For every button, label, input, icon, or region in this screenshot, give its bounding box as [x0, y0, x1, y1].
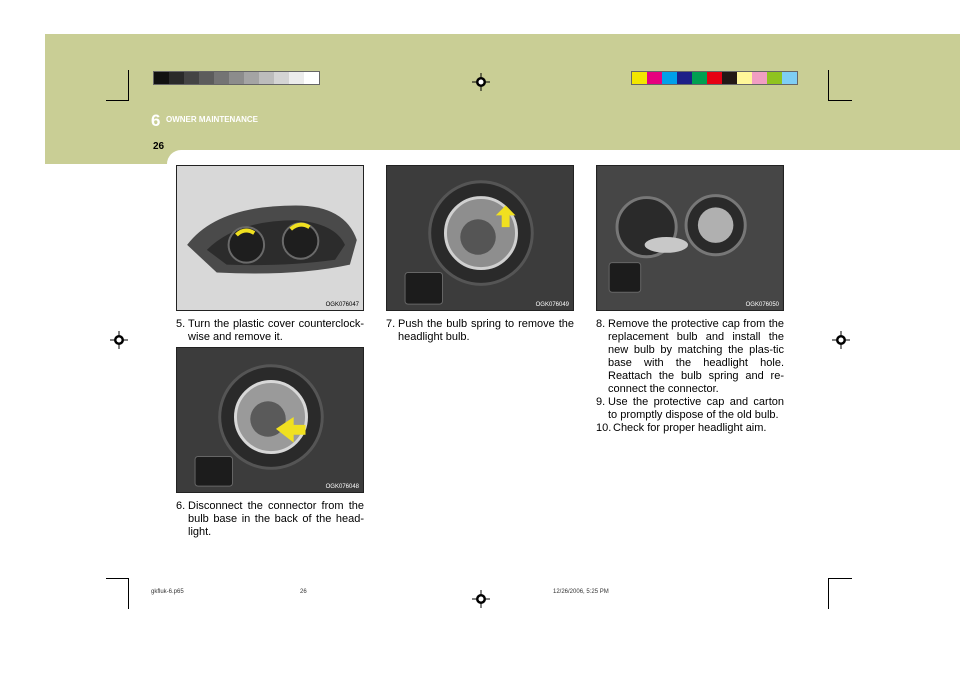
- color-swatch: [154, 72, 169, 84]
- color-swatch: [229, 72, 244, 84]
- color-swatch: [692, 72, 707, 84]
- step-text: Remove the protective cap from the repla…: [608, 318, 784, 395]
- connector-disconnect-photo-icon: [177, 348, 363, 492]
- registration-mark-icon: [472, 73, 490, 91]
- bulb-spring-photo-icon: [387, 166, 573, 310]
- color-swatch: [184, 72, 199, 84]
- footer-timestamp: 12/26/2006, 5:25 PM: [553, 589, 609, 595]
- step-number: 9.: [596, 396, 606, 408]
- step-10: 10. Check for proper headlight aim.: [596, 422, 784, 435]
- registration-mark-icon: [110, 331, 128, 349]
- color-swatch: [677, 72, 692, 84]
- color-swatch: [752, 72, 767, 84]
- color-swatch: [244, 72, 259, 84]
- page-tab: [45, 150, 203, 164]
- color-swatch: [259, 72, 274, 84]
- footer-page: 26: [300, 589, 307, 595]
- section-title: OWNER MAINTENANCE: [166, 115, 258, 124]
- step-number: 7.: [386, 318, 396, 330]
- section-number: 6: [151, 111, 161, 130]
- step-9: 9. Use the protective cap and carton to …: [596, 396, 784, 422]
- color-swatch: [289, 72, 304, 84]
- color-swatch: [304, 72, 319, 84]
- page-number: 26: [153, 141, 165, 152]
- color-swatch: [707, 72, 722, 84]
- color-swatch: [782, 72, 797, 84]
- color-swatch: [632, 72, 647, 84]
- figure-code: OGK076050: [745, 302, 779, 308]
- step-text: Check for proper headlight aim.: [613, 422, 767, 434]
- figure-bulb-spring: OGK076049: [386, 165, 574, 311]
- step-number: 6.: [176, 500, 186, 512]
- figure-bulb-removed: OGK076050: [596, 165, 784, 311]
- color-bar-color: [631, 71, 798, 85]
- color-swatch: [737, 72, 752, 84]
- color-swatch: [662, 72, 677, 84]
- color-swatch: [647, 72, 662, 84]
- step-text: Disconnect the connector from the bulb b…: [188, 500, 364, 538]
- color-swatch: [767, 72, 782, 84]
- footer-file: gkfluk-6.p65: [151, 589, 184, 595]
- step-text: Turn the plastic cover counterclock-wise…: [188, 318, 364, 343]
- figure-connector: OGK076048: [176, 347, 364, 493]
- step-7: 7. Push the bulb spring to remove the he…: [386, 318, 574, 344]
- color-bar-grayscale: [153, 71, 320, 85]
- color-swatch: [722, 72, 737, 84]
- step-number: 5.: [176, 318, 186, 330]
- registration-mark-icon: [832, 331, 850, 349]
- step-number: 10.: [596, 422, 612, 434]
- registration-mark-icon: [472, 590, 490, 608]
- step-5: 5. Turn the plastic cover counterclock-w…: [176, 318, 364, 344]
- figure-headlight-assembly: OGK076047: [176, 165, 364, 311]
- step-text: Push the bulb spring to remove the headl…: [398, 318, 574, 343]
- color-swatch: [214, 72, 229, 84]
- figure-code: OGK076048: [325, 484, 359, 490]
- step-8: 8. Remove the protective cap from the re…: [596, 318, 784, 396]
- header-band: [45, 34, 960, 150]
- bulb-removed-photo-icon: [597, 166, 783, 310]
- step-text: Use the protective cap and carton to pro…: [608, 396, 784, 421]
- color-swatch: [274, 72, 289, 84]
- color-swatch: [199, 72, 214, 84]
- figure-code: OGK076047: [325, 302, 359, 308]
- headlight-assembly-photo-icon: [187, 205, 357, 274]
- step-number: 8.: [596, 318, 606, 330]
- figure-code: OGK076049: [535, 302, 569, 308]
- color-swatch: [169, 72, 184, 84]
- step-6: 6. Disconnect the connector from the bul…: [176, 500, 364, 539]
